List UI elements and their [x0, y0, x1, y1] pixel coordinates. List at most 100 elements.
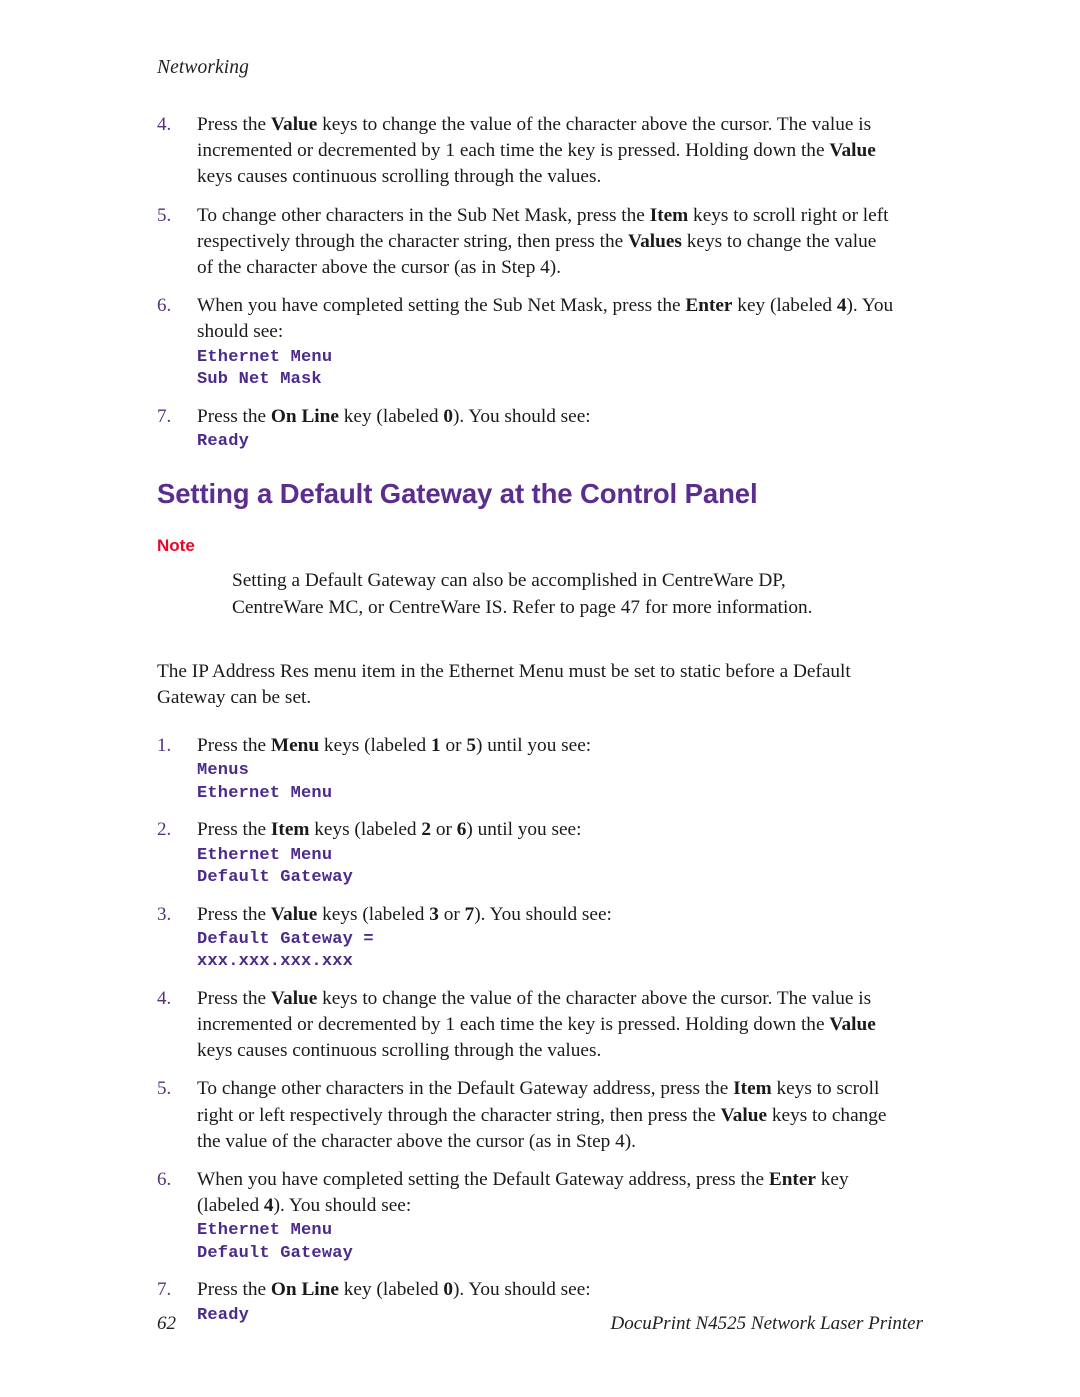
control-panel-display-line: Default Gateway [197, 868, 354, 888]
step-text-emphasis: Value [270, 903, 318, 925]
step-text-emphasis: 1 [431, 735, 441, 757]
step-text: Press the Menu keys (labeled 1 or 5) unt… [197, 733, 897, 805]
step-number: 4. [157, 114, 172, 135]
step-text-run: ) until you see: [476, 735, 592, 757]
control-panel-display: Ethernet Menu Sub Net Mask [197, 347, 897, 392]
step-text-run: ). You should see: [452, 405, 591, 427]
footer-product-title: DocuPrint N4525 Network Laser Printer [610, 1313, 923, 1334]
document-page: Networking 4. Press the Value keys to cha… [0, 0, 1080, 1397]
step-text-emphasis: Value [270, 987, 318, 1009]
note-body: Setting a Default Gateway can also be ac… [232, 570, 813, 618]
step-text-emphasis: 5 [466, 735, 476, 757]
step-text-emphasis: On Line [270, 1279, 339, 1301]
step-text-run: ). You should see: [474, 903, 612, 925]
step-text-run: When you have completed setting the Sub … [197, 295, 686, 317]
step-number: 2. [157, 819, 172, 841]
step-number: 7. [157, 1279, 172, 1301]
running-header: Networking [157, 57, 249, 78]
step-text-emphasis: 3 [429, 903, 439, 925]
step-item: 4. Press the Value keys to change the val… [157, 986, 897, 1065]
control-panel-display: Ready [197, 431, 897, 454]
step-item: 2. Press the Item keys (labeled 2 or 6) u… [157, 817, 897, 889]
step-text-run: keys causes continuous scrolling through… [197, 1040, 602, 1062]
step-text: To change other characters in the Defaul… [197, 1076, 897, 1155]
step-text: Press the Value keys to change the value… [197, 986, 897, 1065]
step-text-emphasis: On Line [270, 405, 339, 427]
step-number: 3. [157, 903, 172, 925]
step-text-emphasis: Value [829, 140, 876, 162]
control-panel-display-line: xxx.xxx.xxx.xxx [197, 952, 354, 972]
step-text-run: keys (labeled [309, 819, 422, 841]
control-panel-display-line: Ready [197, 431, 250, 451]
step-text-run: ). You should see: [452, 1279, 591, 1301]
step-text-run: Press the [197, 903, 271, 925]
step-text-run: key (labeled [338, 1279, 444, 1301]
step-text-emphasis: Value [270, 114, 318, 135]
step-text-emphasis: Item [270, 819, 310, 841]
control-panel-display: Default Gateway = xxx.xxx.xxx.xxx [197, 929, 897, 974]
step-number: 6. [157, 295, 172, 317]
step-text-run: Press the [197, 405, 271, 427]
step-text-emphasis: Value [720, 1104, 768, 1126]
step-text-run: or [431, 819, 457, 841]
step-item: 1. Press the Menu keys (labeled 1 or 5) u… [157, 733, 897, 805]
step-text-emphasis: Item [649, 204, 689, 226]
control-panel-display: Ethernet Menu Default Gateway [197, 845, 897, 890]
step-text-run: ) until you see: [466, 819, 582, 841]
step-item: 6. When you have completed setting the Su… [157, 293, 897, 391]
step-text-emphasis: 0 [443, 1279, 453, 1301]
step-item: 3. Press the Value keys (labeled 3 or 7).… [157, 902, 897, 974]
step-text-run: Press the [197, 1279, 271, 1301]
steps-list-sub-net-mask: 4. Press the Value keys to change the val… [157, 112, 897, 453]
step-text-run: Press the [197, 735, 271, 757]
note-label: Note [157, 536, 195, 556]
control-panel-display-line: Default Gateway [197, 1243, 354, 1263]
step-text: Press the On Line key (labeled 0). You s… [197, 404, 897, 454]
footer-page-number: 62 [157, 1313, 176, 1334]
step-item: 6. When you have completed setting the De… [157, 1167, 897, 1265]
step-text-emphasis: 6 [456, 819, 467, 841]
step-text-run: key (labeled [732, 295, 837, 317]
step-text-emphasis: Value [829, 1013, 876, 1035]
step-text-run: Press the [197, 819, 271, 841]
step-text-emphasis: Enter [768, 1168, 816, 1190]
step-text-emphasis: 4 [263, 1195, 274, 1217]
step-number: 5. [157, 1078, 172, 1100]
control-panel-display: Ethernet Menu Default Gateway [197, 1220, 897, 1265]
step-item: 7. Press the On Line key (labeled 0). You… [157, 404, 897, 454]
step-text-run: ). You should see: [273, 1195, 412, 1217]
step-text-run: or [438, 903, 465, 925]
step-text-emphasis: Item [733, 1078, 772, 1100]
step-text-emphasis: 7 [464, 903, 475, 925]
control-panel-display-line: Ethernet Menu [197, 347, 333, 367]
step-text-run: To change other characters in the Sub Ne… [197, 204, 650, 226]
step-text-emphasis: Menu [270, 735, 320, 757]
step-number: 4. [157, 987, 172, 1009]
control-panel-display-line: Ethernet Menu [197, 845, 333, 865]
step-text-run: keys causes continuous scrolling through… [197, 166, 602, 188]
page-footer: 62 DocuPrint N4525 Network Laser Printer [157, 1313, 923, 1339]
control-panel-display-line: Ethernet Menu [197, 783, 333, 803]
step-text-emphasis: 2 [421, 819, 431, 841]
step-text: Press the Value keys to change the value… [197, 112, 897, 191]
step-item: 5. To change other characters in the Defa… [157, 1076, 897, 1155]
control-panel-display-line: Default Gateway = [197, 929, 374, 949]
step-number: 1. [157, 735, 172, 757]
control-panel-display-line: Sub Net Mask [197, 370, 322, 390]
control-panel-display-line: Menus [197, 761, 250, 781]
step-text: Press the Item keys (labeled 2 or 6) unt… [197, 817, 897, 889]
step-number: 5. [157, 204, 172, 226]
control-panel-display: Menus Ethernet Menu [197, 760, 897, 805]
steps-list-default-gateway: 1. Press the Menu keys (labeled 1 or 5) u… [157, 733, 897, 1327]
step-item: 5. To change other characters in the Sub … [157, 203, 897, 282]
step-number: 6. [157, 1168, 172, 1190]
step-item: 4. Press the Value keys to change the val… [157, 112, 897, 191]
step-text-run: To change other characters in the Defaul… [197, 1078, 734, 1100]
step-text-emphasis: 0 [443, 405, 453, 427]
intro-paragraph: The IP Address Res menu item in the Ethe… [157, 660, 851, 708]
page-title: Setting a Default Gateway at the Control… [157, 478, 758, 510]
step-text-run: keys (labeled [319, 735, 432, 757]
step-text-run: Press the [197, 987, 271, 1009]
step-text-run: or [440, 735, 467, 757]
step-number: 7. [157, 405, 172, 427]
